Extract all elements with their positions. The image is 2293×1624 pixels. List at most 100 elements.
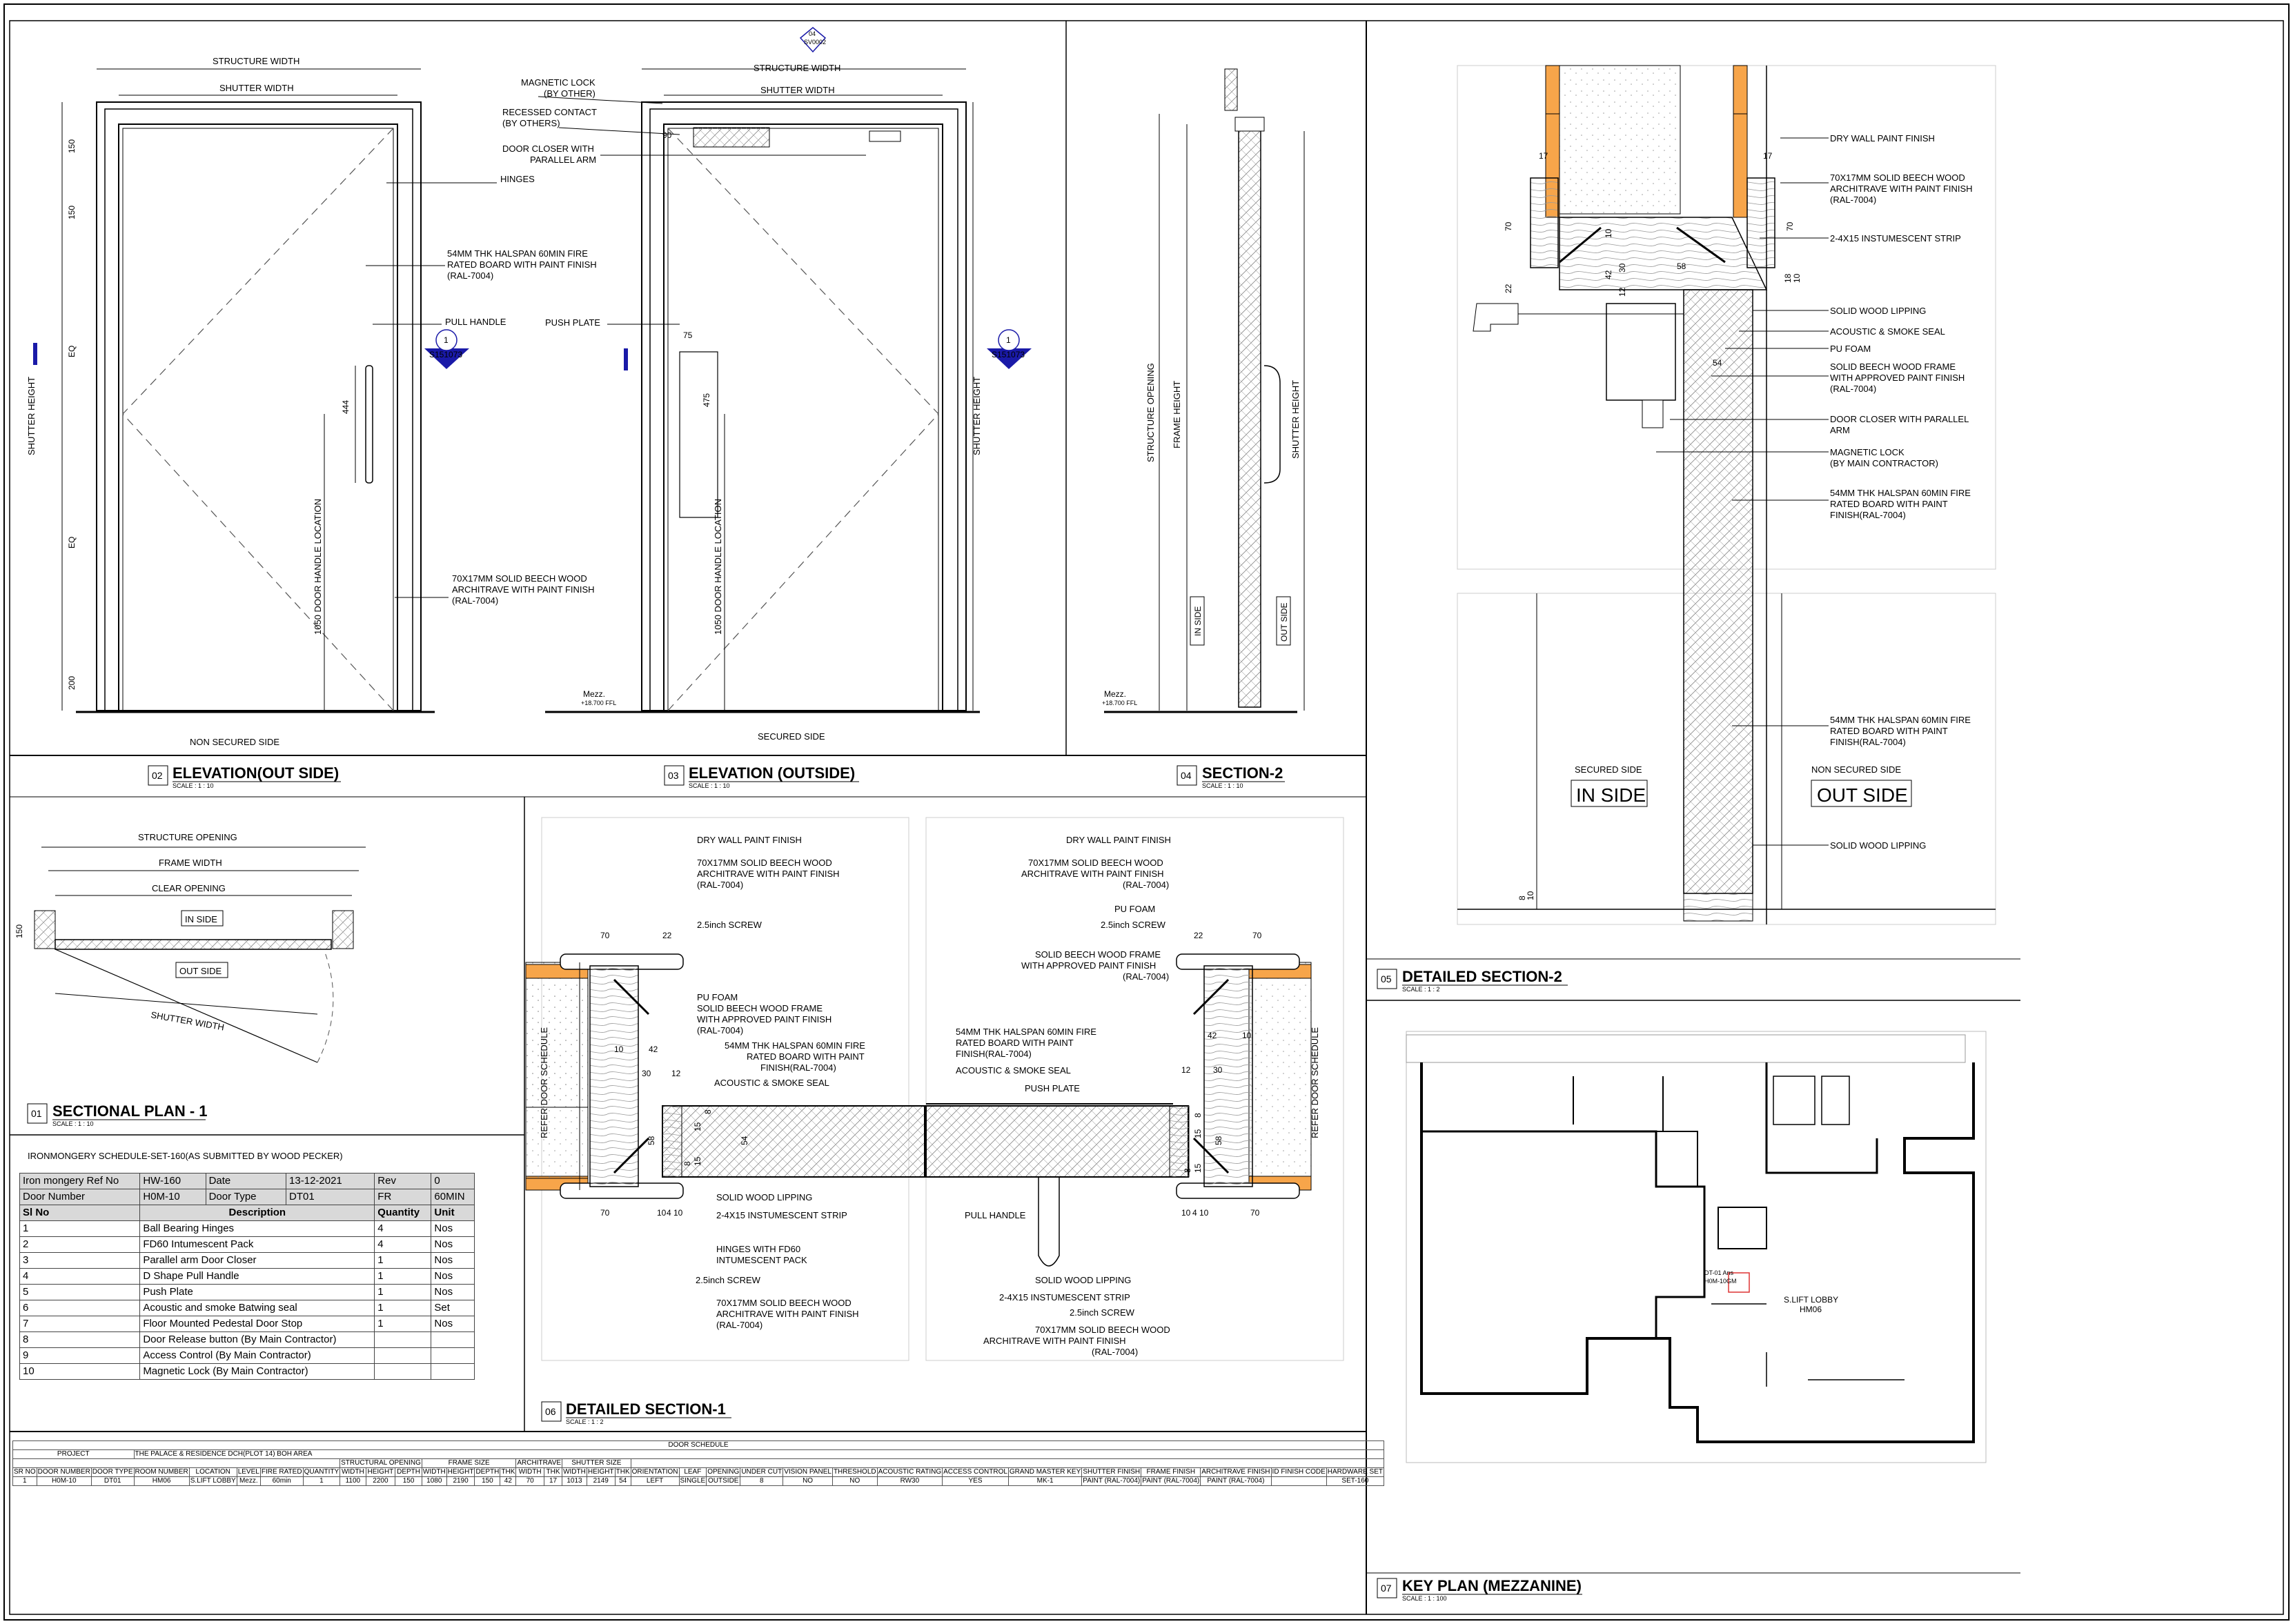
door-sched-header: THK (543, 1467, 563, 1477)
ds1-r4b: WITH APPROVED PAINT FINISH (1021, 960, 1156, 971)
dim-475: 475 (702, 393, 711, 407)
door-sched-header: THK (500, 1467, 517, 1477)
elev-out-shutter-width: SHUTTER WIDTH (219, 83, 294, 93)
door-sched-cell: 1100 (339, 1476, 366, 1486)
door-sched-header: WIDTH (562, 1467, 587, 1477)
iron-row: 6 Acoustic and smoke Batwing seal 1 Set (19, 1300, 475, 1316)
iron-cell-desc: Floor Mounted Pedestal Door Stop (139, 1316, 375, 1332)
detailed-section1-drawing (525, 817, 1344, 1361)
iron-col-sl: Sl No (19, 1205, 141, 1221)
door-sched-header: WIDTH (515, 1467, 544, 1477)
kp-scale: SCALE : 1 : 100 (1402, 1595, 1447, 1602)
door-sched-title: DOOR SCHEDULE (12, 1440, 1384, 1450)
iron-cell-unit (431, 1347, 475, 1364)
door-sched-header: DOOR NUMBER (36, 1467, 92, 1477)
ds1-r7: PUSH PLATE (1025, 1083, 1080, 1093)
door-sched-cell: 70 (515, 1476, 544, 1486)
ds1-r12b: ARCHITRAVE WITH PAINT FINISH (983, 1336, 1126, 1346)
elev-in-recessed-2: (BY OTHERS) (502, 118, 560, 128)
iron-cell-qty (374, 1347, 432, 1364)
elev-in-shutter-height: SHUTTER HEIGHT (972, 377, 982, 455)
ds1-l2: 2.5inch SCREW (697, 920, 762, 930)
ds1-dr10: 8 (1183, 1168, 1192, 1173)
ds2-d0: 17 (1539, 151, 1548, 161)
door-sched-project-value: THE PALACE & RESIDENCE DCH(PLOT 14) BOH … (133, 1449, 1384, 1459)
ironmongery-title: IRONMONGERY SCHEDULE-SET-160(AS SUBMITTE… (28, 1151, 343, 1161)
ds1-l9: 2.5inch SCREW (696, 1275, 761, 1285)
elev-in-structure-width: STRUCTURE WIDTH (754, 63, 840, 73)
elev-in-tag-ref: S151073 (992, 350, 1025, 359)
elev-out-arch-2: ARCHITRAVE WITH PAINT FINISH (452, 584, 595, 595)
iron-row: 1 Ball Bearing Hinges 4 Nos (19, 1220, 475, 1237)
sec2-num: 04 (1181, 770, 1192, 781)
iron-cell-qty: 4 (374, 1236, 432, 1253)
iron-cell-sl: 5 (19, 1284, 141, 1300)
kp-door-tag-2: H0M-10GM (1704, 1278, 1737, 1285)
ds2-d6: 42 (1604, 270, 1613, 279)
sp-frame-width: FRAME WIDTH (159, 858, 222, 868)
iron-cell-desc: Door Release button (By Main Contractor) (139, 1331, 375, 1348)
door-sched-header: OPENING (706, 1467, 741, 1477)
elev-out-tag-ref: S151073 (429, 350, 462, 359)
door-sched-header: ID FINISH CODE (1270, 1467, 1327, 1477)
ds1-title: DETAILED SECTION-1 (566, 1400, 726, 1418)
door-sched-header: LEAF (678, 1467, 707, 1477)
elev-in-top-tag: 04 (809, 30, 816, 37)
elev-in-mezz: Mezz. (583, 689, 605, 699)
door-sched-header: WIDTH (339, 1467, 366, 1477)
ds1-dr9: 15 (1193, 1163, 1203, 1173)
elev-out-side: NON SECURED SIDE (190, 737, 279, 747)
kp-num: 07 (1381, 1583, 1392, 1594)
ds2-ll0b: RATED BOARD WITH PAINT (1830, 726, 1948, 736)
door-sched-header: ACCESS CONTROL (942, 1467, 1009, 1477)
ds1-dr2: 42 (1208, 1031, 1217, 1040)
ds1-dr13: 10 (1199, 1208, 1209, 1218)
ds1-dl1: 22 (662, 931, 672, 940)
ds2-d8: 12 (1617, 287, 1627, 297)
sp-in-side: IN SIDE (185, 914, 217, 924)
iron-hdr-row-2: Door Number H0M-10 Door Type DT01 FR 60M… (19, 1189, 475, 1205)
door-sched-header: DEPTH (395, 1467, 422, 1477)
key-plan-drawing (1406, 1031, 1987, 1463)
iron-row: 3 Parallel arm Door Closer 1 Nos (19, 1252, 475, 1269)
sec2-frame-height: FRAME HEIGHT (1172, 381, 1182, 448)
ds2-l6b: WITH APPROVED PAINT FINISH (1830, 373, 1965, 383)
ds1-dr11: 10 (1181, 1208, 1191, 1218)
door-sched-cell: 1013 (562, 1476, 587, 1486)
ds1-num: 06 (545, 1406, 556, 1417)
iron-rev-value: 0 (431, 1173, 475, 1189)
dim-eq-a: EQ (67, 346, 77, 357)
ds1-r1b: ARCHITRAVE WITH PAINT FINISH (1021, 869, 1164, 879)
sectional-plan-drawing (34, 846, 366, 1063)
door-sched-cell: DT01 (90, 1476, 135, 1486)
ds1-l4c: FINISH(RAL-7004) (760, 1062, 836, 1073)
ds1-r10: 2-4X15 INSTUMESCENT STRIP (999, 1292, 1130, 1303)
door-sched-cell: NO (783, 1476, 833, 1486)
ds1-dr1: 70 (1252, 931, 1262, 940)
iron-cell-sl: 9 (19, 1347, 141, 1364)
ds1-l4a: 54MM THK HALSPAN 60MIN FIRE (725, 1040, 865, 1051)
sec2-structure-opening: STRUCTURE OPENING (1145, 363, 1156, 462)
door-sched-cell: S.LIFT LOBBY (188, 1476, 237, 1486)
iron-cell-unit: Nos (431, 1268, 475, 1285)
elev-in-scale: SCALE : 1 : 10 (689, 782, 730, 789)
ds1-dl12: 70 (600, 1208, 610, 1218)
iron-cell-qty: 1 (374, 1300, 432, 1316)
ds1-l1b: ARCHITRAVE WITH PAINT FINISH (697, 869, 840, 879)
dim-200: 200 (67, 676, 77, 690)
ds1-r2: PU FOAM (1114, 904, 1155, 914)
door-sched-cell: HM06 (133, 1476, 190, 1486)
iron-rows: 1 Ball Bearing Hinges 4 Nos 2 FD60 Intumescen… (19, 1220, 475, 1380)
elev-out-arch-3: (RAL-7004) (452, 595, 498, 606)
iron-type-value: DT01 (286, 1189, 375, 1205)
ds2-d12: 10 (1792, 273, 1802, 283)
ds1-r5b: RATED BOARD WITH PAINT (956, 1038, 1074, 1048)
sp-num: 01 (31, 1108, 42, 1119)
kp-door-tag-1: DT-01 Ans (1704, 1269, 1734, 1276)
door-sched-header: GRAND MASTER KEY (1007, 1467, 1083, 1477)
iron-cell-desc: D Shape Pull Handle (139, 1268, 375, 1285)
iron-cell-desc: Access Control (By Main Contractor) (139, 1347, 375, 1364)
ds2-l9a: 54MM THK HALSPAN 60MIN FIRE (1830, 488, 1971, 498)
iron-cell-qty: 1 (374, 1284, 432, 1300)
sec2-in-side: IN SIDE (1193, 606, 1203, 636)
